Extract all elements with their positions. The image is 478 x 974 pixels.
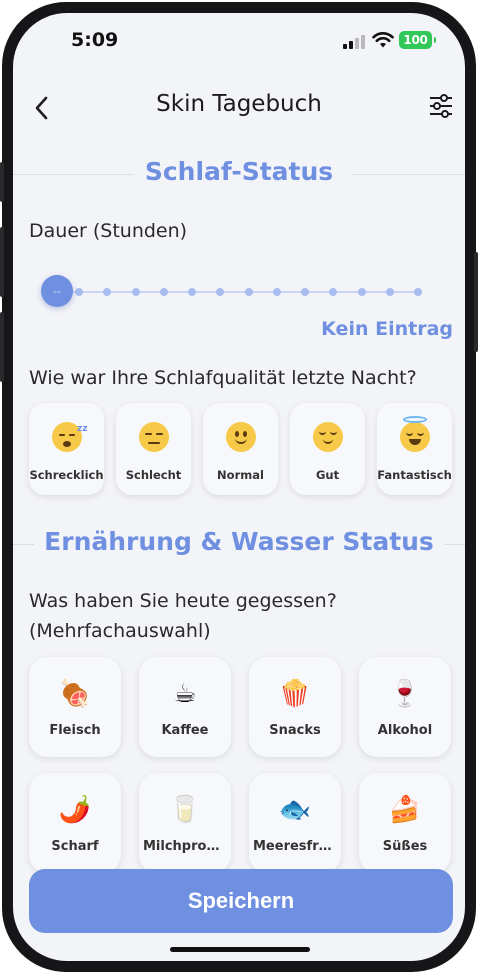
sleepy-face-icon: zz: [51, 421, 88, 452]
sleep-quality-options: zz Schrecklich Schlecht Normal Gut Fanta…: [29, 403, 453, 495]
page-title: Skin Tagebuch: [156, 91, 322, 117]
mood-label: Schlecht: [125, 468, 182, 482]
fish-icon: 🐟: [278, 795, 312, 825]
food-option-alkohol[interactable]: 🍷 Alkohol: [359, 657, 451, 757]
food-question: Was haben Sie heute gegessen?: [29, 590, 337, 612]
mood-label: Normal: [217, 468, 264, 482]
food-option-scharf[interactable]: 🌶️ Scharf: [29, 773, 121, 873]
slider-step-dot[interactable]: [159, 288, 168, 296]
sleep-duration-slider[interactable]: --: [41, 275, 426, 309]
food-option-fleisch[interactable]: 🍖 Fleisch: [29, 657, 121, 757]
sleep-section-header: Schlaf-Status: [13, 157, 465, 193]
battery-indicator: 100: [399, 31, 436, 49]
sleep-quality-question: Wie war Ihre Schlafqualität letzte Nacht…: [29, 367, 417, 389]
slider-step-dot[interactable]: [188, 288, 196, 296]
meat-icon: 🍖: [58, 679, 92, 709]
coffee-icon: ☕: [173, 679, 197, 709]
silent-switch: [0, 162, 4, 202]
volume-up-button: [0, 227, 4, 297]
slider-step-dot[interactable]: [329, 288, 338, 296]
mood-label: Gut: [315, 468, 340, 482]
slider-thumb[interactable]: --: [41, 275, 73, 307]
food-option-milchprodukte[interactable]: 🥛 Milchprodu···: [139, 773, 231, 873]
nutrition-section-title: Ernährung & Wasser Status: [34, 527, 444, 556]
wifi-icon: [372, 32, 394, 48]
slider-step-dot[interactable]: [414, 288, 422, 296]
nutrition-section-header: Ernährung & Wasser Status: [13, 527, 465, 563]
status-time: 5:09: [71, 29, 119, 51]
settings-sliders-icon[interactable]: [428, 93, 454, 119]
volume-down-button: [0, 312, 4, 382]
mood-option-fantastisch[interactable]: Fantastisch: [377, 403, 452, 495]
food-label: Milchprodu···: [143, 839, 227, 854]
food-option-kaffee[interactable]: ☕ Kaffee: [139, 657, 231, 757]
app-screen: 5:09 100 Skin Tagebuch Schlaf-Status Dau…: [13, 13, 465, 961]
power-button: [474, 252, 478, 352]
food-label: Fleisch: [49, 723, 101, 738]
save-button[interactable]: Speichern: [29, 869, 453, 933]
halo-face-icon: [399, 415, 430, 452]
milk-icon: 🥛: [168, 795, 202, 825]
slider-step-dot[interactable]: [385, 288, 394, 296]
duration-label: Dauer (Stunden): [29, 220, 188, 242]
relieved-face-icon: [312, 421, 343, 452]
mood-label: Schrecklich: [29, 468, 104, 482]
food-label: Alkohol: [377, 723, 433, 738]
cake-icon: 🍰: [388, 795, 422, 825]
expressionless-face-icon: [138, 421, 169, 452]
food-option-snacks[interactable]: 🍿 Snacks: [249, 657, 341, 757]
food-label: Scharf: [51, 839, 99, 854]
mood-option-schrecklich[interactable]: zz Schrecklich: [29, 403, 104, 495]
chili-icon: 🌶️: [58, 795, 92, 825]
cellular-signal-icon: [343, 35, 365, 49]
slider-step-dot[interactable]: [216, 288, 225, 296]
slider-step-dot[interactable]: [301, 288, 309, 296]
food-label: Snacks: [269, 723, 321, 738]
slider-step-dot[interactable]: [357, 288, 366, 296]
food-option-meeresfruechte[interactable]: 🐟 Meeresfrüc···: [249, 773, 341, 873]
sleep-section-title: Schlaf-Status: [134, 157, 344, 186]
slightly-smiling-face-icon: [225, 421, 256, 452]
home-indicator: [170, 947, 310, 952]
slider-step-dot[interactable]: [103, 288, 112, 296]
slider-step-dot[interactable]: [75, 288, 83, 296]
slider-step-dot[interactable]: [244, 288, 253, 296]
mood-option-gut[interactable]: Gut: [290, 403, 365, 495]
phone-frame: 5:09 100 Skin Tagebuch Schlaf-Status Dau…: [0, 2, 478, 972]
slider-step-dot[interactable]: [272, 288, 281, 296]
popcorn-icon: 🍿: [278, 679, 312, 709]
food-question-hint: (Mehrfachauswahl): [29, 620, 211, 642]
food-label: Kaffee: [161, 723, 209, 738]
mood-option-normal[interactable]: Normal: [203, 403, 278, 495]
sleep-duration-value: Kein Eintrag: [321, 318, 453, 340]
food-option-suesses[interactable]: 🍰 Süßes: [359, 773, 451, 873]
mood-option-schlecht[interactable]: Schlecht: [116, 403, 191, 495]
slider-step-dot[interactable]: [131, 288, 140, 296]
food-label: Meeresfrüc···: [253, 839, 337, 854]
mood-label: Fantastisch: [377, 468, 452, 482]
wine-icon: 🍷: [388, 679, 422, 709]
food-label: Süßes: [382, 839, 428, 854]
